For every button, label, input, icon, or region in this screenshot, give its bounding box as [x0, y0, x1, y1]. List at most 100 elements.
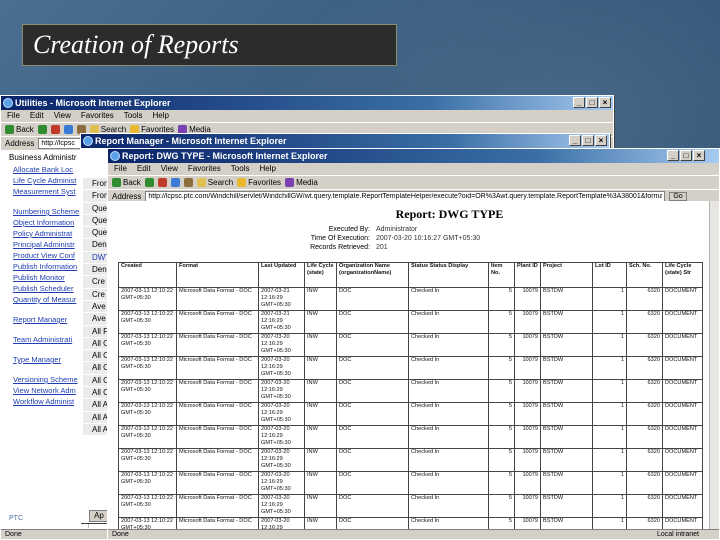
table-cell: Microsoft Data Format - DOC: [176, 448, 259, 472]
sidebar-link[interactable]: Allocate Bank Loc: [3, 164, 88, 175]
slide-title: Creation of Reports: [22, 24, 397, 66]
menu-view[interactable]: View: [161, 163, 178, 175]
stop-icon[interactable]: [50, 125, 60, 134]
sidebar-link[interactable]: Publish Monitor: [3, 272, 88, 283]
maximize-button[interactable]: □: [680, 150, 692, 161]
sidebar-link[interactable]: Publish Information: [3, 261, 88, 272]
sidebar-link[interactable]: Policy Administrat: [3, 228, 88, 239]
menu-tools[interactable]: Tools: [124, 110, 143, 122]
sidebar-link[interactable]: View Network Adm: [3, 385, 88, 396]
menu-help[interactable]: Help: [259, 163, 275, 175]
utilities-sidebar: Business Administr Allocate Bank Loc Lif…: [3, 150, 89, 528]
table-cell: BSTDW: [540, 287, 593, 311]
search-icon: [196, 178, 206, 187]
sidebar-link[interactable]: Versioning Scheme: [3, 374, 88, 385]
menu-help[interactable]: Help: [152, 110, 168, 122]
media-button[interactable]: Media: [285, 178, 318, 187]
sidebar-heading: Business Administr: [9, 153, 77, 162]
sidebar-link[interactable]: Product View Conf: [3, 250, 88, 261]
close-button[interactable]: ×: [599, 97, 611, 108]
table-cell: BSTDW: [540, 494, 593, 518]
minimize-button[interactable]: _: [667, 150, 679, 161]
menu-favorites[interactable]: Favorites: [81, 110, 114, 122]
close-button[interactable]: ×: [693, 150, 705, 161]
menu-view[interactable]: View: [54, 110, 71, 122]
report-title-bar[interactable]: Report: DWG TYPE - Microsoft Internet Ex…: [108, 149, 719, 163]
table-row: 2007-03-13 12:10:22 GMT+05:30 Microsoft D…: [118, 379, 703, 403]
sidebar-link[interactable]: Life Cycle Administ: [3, 175, 88, 186]
table-cell: 2007-03-13 12:10:22 GMT+05:30: [118, 287, 177, 311]
minimize-button[interactable]: _: [569, 135, 581, 146]
meta-value: Administrator: [376, 226, 418, 233]
report-window: Report: DWG TYPE - Microsoft Internet Ex…: [107, 148, 720, 540]
menu-favorites[interactable]: Favorites: [188, 163, 221, 175]
column-header: Sch. No.: [626, 262, 663, 288]
go-button[interactable]: Go: [669, 192, 687, 201]
zone-indicator: Local intranet: [656, 531, 699, 538]
close-button[interactable]: ×: [595, 135, 607, 146]
utilities-title-bar[interactable]: Utilities - Microsoft Internet Explorer …: [1, 96, 613, 110]
back-button[interactable]: Back: [5, 125, 34, 134]
table-cell: 2007-03-20 12:16:29 GMT+05:30: [258, 356, 305, 380]
table-cell: DOC: [336, 494, 409, 518]
table-cell: Checked In: [408, 448, 489, 472]
favorites-button[interactable]: Favorites: [237, 178, 281, 187]
sidebar-link[interactable]: Measurement Syst: [3, 186, 88, 197]
status-text: Done: [112, 531, 129, 538]
table-cell: Checked In: [408, 425, 489, 449]
favorites-icon: [237, 178, 247, 187]
sidebar-link-report-manager[interactable]: Report Manager: [3, 314, 88, 325]
sidebar-link[interactable]: Workflow Administ: [3, 396, 88, 407]
utilities-menu-bar: File Edit View Favorites Tools Help: [1, 110, 613, 122]
refresh-icon[interactable]: [63, 125, 73, 134]
table-cell: Checked In: [408, 287, 489, 311]
table-cell: Microsoft Data Format - DOC: [176, 356, 259, 380]
vertical-scrollbar[interactable]: [709, 201, 719, 539]
report-manager-title-bar[interactable]: Report Manager - Microsoft Internet Expl…: [81, 134, 609, 148]
table-row: 2007-03-13 12:10:22 GMT+05:30 Microsoft D…: [118, 356, 703, 380]
forward-arrow-icon[interactable]: [37, 125, 47, 134]
table-cell: DOCUMENT: [662, 333, 703, 357]
menu-file[interactable]: File: [7, 110, 20, 122]
report-meta: Executed By: Administrator Time Of Execut…: [298, 225, 711, 252]
sidebar-link[interactable]: Object Information: [3, 217, 88, 228]
forward-arrow-icon[interactable]: [144, 178, 154, 187]
table-cell: Microsoft Data Format - DOC: [176, 402, 259, 426]
table-cell: 6320: [626, 425, 663, 449]
search-button[interactable]: Search: [196, 178, 233, 187]
table-row: 2007-03-13 12:10:22 GMT+05:30 Microsoft D…: [118, 494, 703, 518]
sidebar-link[interactable]: Team Administrati: [3, 334, 88, 345]
minimize-button[interactable]: _: [573, 97, 585, 108]
table-row: 2007-03-13 12:10:22 GMT+05:30 Microsoft D…: [118, 310, 703, 334]
table-cell: INW: [304, 310, 337, 334]
back-button[interactable]: Back: [112, 178, 141, 187]
report-toolbar: Back Search Favorites Media: [108, 175, 719, 189]
menu-tools[interactable]: Tools: [231, 163, 250, 175]
sidebar-link[interactable]: Quantity of Measur: [3, 294, 88, 305]
report-manager-window-title: Report Manager - Microsoft Internet Expl…: [95, 136, 287, 146]
taskbar-app-button[interactable]: Ap: [89, 510, 109, 522]
meta-value: 201: [376, 244, 388, 251]
refresh-icon[interactable]: [170, 178, 180, 187]
maximize-button[interactable]: □: [582, 135, 594, 146]
utilities-window-title: Utilities - Microsoft Internet Explorer: [15, 98, 171, 108]
sidebar-link[interactable]: Numbering Scheme: [3, 206, 88, 217]
menu-edit[interactable]: Edit: [137, 163, 151, 175]
table-cell: 2007-03-13 12:10:22 GMT+05:30: [118, 494, 177, 518]
sidebar-link[interactable]: Publish Scheduler: [3, 283, 88, 294]
home-icon[interactable]: [183, 178, 193, 187]
ie-icon: [3, 98, 13, 108]
table-cell: 2007-03-20 12:16:29 GMT+05:30: [258, 448, 305, 472]
table-cell: 6320: [626, 287, 663, 311]
ptc-logo: PTC: [9, 515, 23, 522]
table-cell: 1: [592, 471, 627, 495]
table-cell: 2007-03-20 12:16:29 GMT+05:30: [258, 402, 305, 426]
stop-icon[interactable]: [157, 178, 167, 187]
maximize-button[interactable]: □: [586, 97, 598, 108]
table-cell: DOCUMENT: [662, 379, 703, 403]
sidebar-link[interactable]: Principal Administr: [3, 239, 88, 250]
menu-edit[interactable]: Edit: [30, 110, 44, 122]
menu-file[interactable]: File: [114, 163, 127, 175]
sidebar-link[interactable]: Type Manager: [3, 354, 88, 365]
table-cell: 6320: [626, 448, 663, 472]
